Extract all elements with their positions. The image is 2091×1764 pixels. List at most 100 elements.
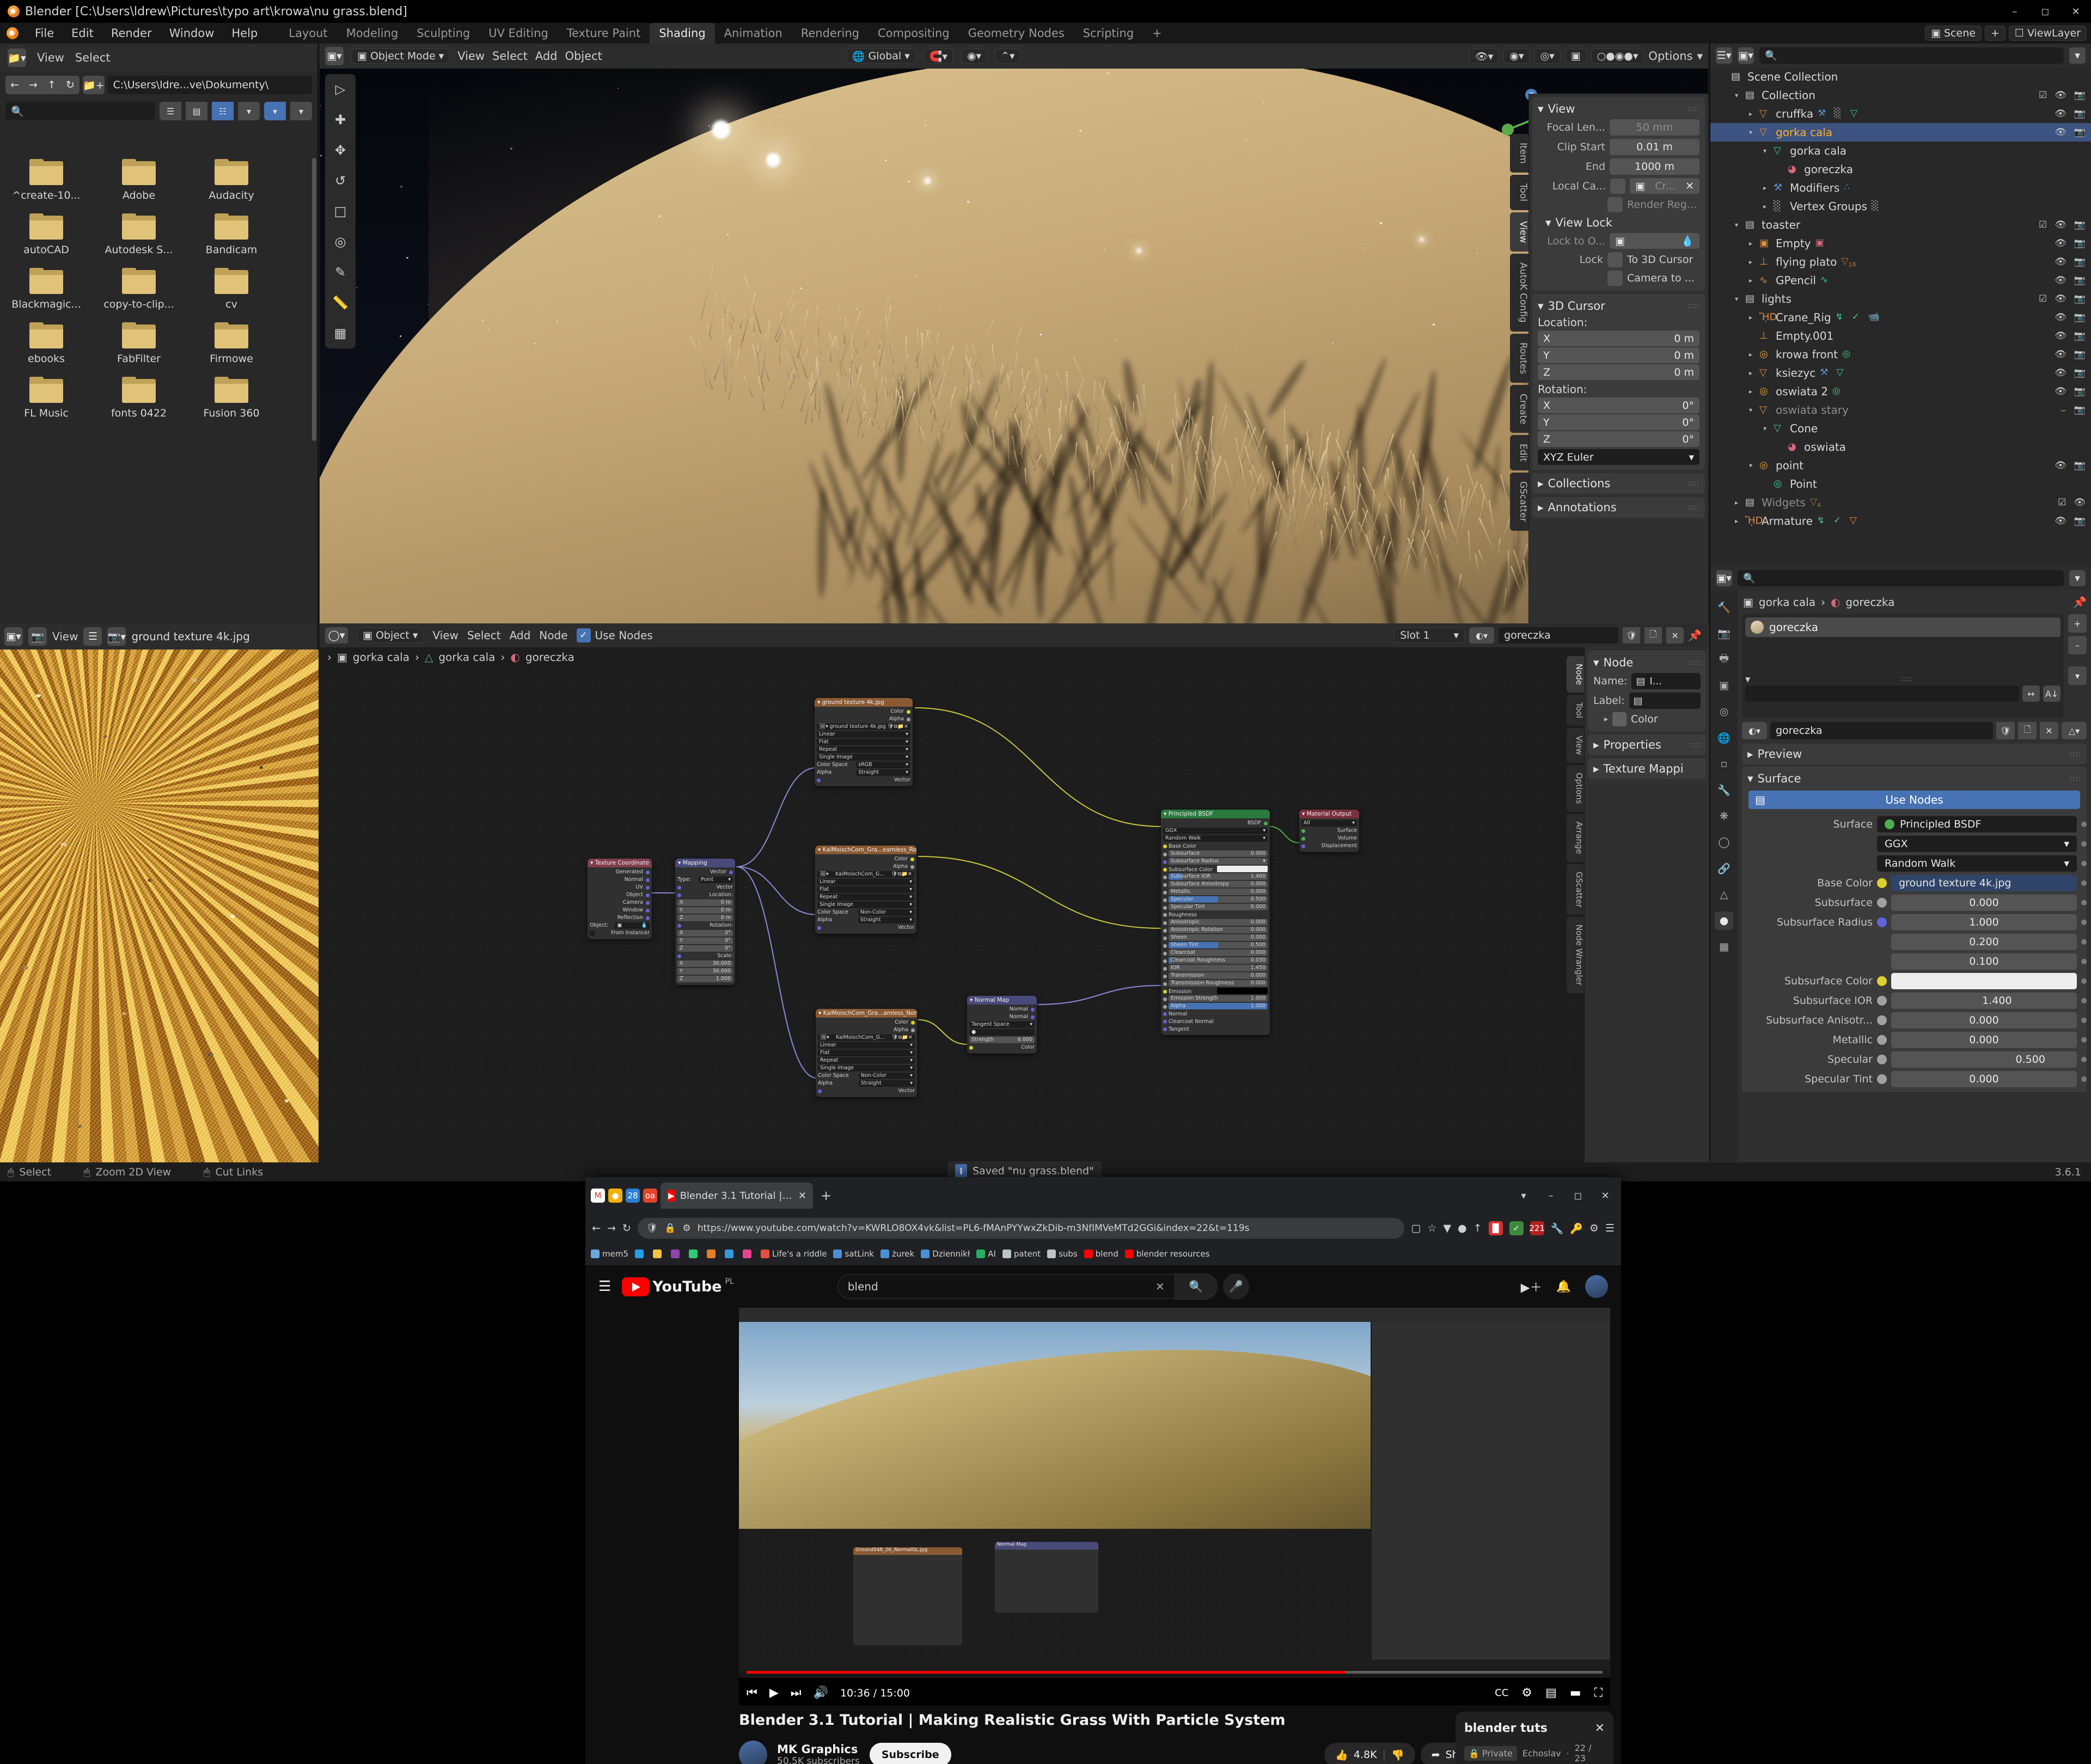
hide-viewport-icon[interactable]: ⌣ <box>2061 405 2066 415</box>
account-key-icon[interactable]: 🔑 <box>1570 1222 1583 1235</box>
outliner-row-toggles[interactable]: ☑ 👁 📷 <box>2039 219 2086 230</box>
duplicate-material-icon[interactable]: 🗋 <box>1644 627 1662 644</box>
node-sidebar-tab-options[interactable]: Options <box>1567 764 1584 812</box>
folder-item[interactable]: autoCAD <box>5 213 87 256</box>
user-avatar[interactable] <box>1585 1275 1608 1298</box>
outliner-row-toggles[interactable]: ☑ 👁 📷 <box>2039 90 2086 101</box>
animate-property-dot[interactable] <box>2081 998 2087 1003</box>
property-row[interactable]: Subsurface IOR 1.400 <box>1742 991 2087 1010</box>
hide-viewport-icon[interactable]: 👁 <box>2055 516 2066 526</box>
local-camera-checkbox[interactable] <box>1610 178 1625 194</box>
outliner-expand-triangle[interactable]: ▾ <box>1746 406 1755 414</box>
maximize-button[interactable]: ◻ <box>1566 1184 1591 1208</box>
node-strength-slider[interactable]: Strength 6.000 <box>969 1037 1035 1043</box>
exclude-checkbox[interactable]: ☑ <box>2039 293 2047 304</box>
add-workspace-button[interactable]: + <box>1143 23 1171 44</box>
voice-search-icon[interactable]: 🎤 <box>1222 1273 1249 1300</box>
bookmark-item[interactable] <box>725 1250 736 1258</box>
outliner-row-toggles[interactable]: 👁 📷 <box>2055 238 2086 249</box>
refresh-button[interactable]: ↻ <box>61 76 80 94</box>
editor-type-icon[interactable]: ▣▾ <box>4 627 23 646</box>
node-object-row[interactable]: Object: ▣ 💧 <box>590 922 650 929</box>
outliner-expand-triangle[interactable]: ▾ <box>1732 91 1741 99</box>
node-vector-component[interactable]: Z 1.000 <box>677 976 733 982</box>
property-row[interactable]: Base Color ground texture 4k.jpg <box>1742 873 2087 893</box>
render-region-row[interactable]: Render Reg... <box>1532 195 1705 214</box>
tab-tool[interactable]: 🔨 <box>1715 598 1733 616</box>
tab-modifiers[interactable]: 🔧 <box>1715 781 1733 799</box>
node-collapse-icon[interactable]: ▾ <box>1164 811 1166 817</box>
lock-to-object-row[interactable]: Lock to O... ▣ 💧 <box>1532 231 1705 250</box>
outliner-root-row[interactable]: ▤ Scene Collection <box>1710 68 2091 86</box>
outliner-item-label[interactable]: gorka cala <box>1776 126 1832 139</box>
extension-green-icon[interactable]: ✓ <box>1509 1221 1524 1235</box>
clear-icon[interactable]: ✕ <box>1685 180 1694 192</box>
outliner-row[interactable]: ▸ ▣ Empty ▣ 👁 📷 <box>1710 234 2091 253</box>
hide-viewport-icon[interactable]: 👁 <box>2055 460 2066 471</box>
node-pair-value[interactable]: Straight ▾ <box>856 769 910 776</box>
cursor-loc-x-row[interactable]: X 0 m <box>1532 330 1705 347</box>
node-header[interactable]: ▾ KaiMoischCom_Gra...amless_Normal_1K.ti… <box>816 1009 917 1018</box>
annotations-panel-header[interactable]: ▸ Annotations :::: <box>1532 497 1705 518</box>
outliner-badge-pose-icon[interactable]: ↯ <box>1817 515 1829 527</box>
node-input-row[interactable]: Vector <box>817 777 910 783</box>
image-datablock-icon[interactable]: 📷▾ <box>107 627 126 646</box>
pin-icon[interactable]: 📌 <box>2073 596 2087 609</box>
disable-render-icon[interactable]: 📷 <box>2074 367 2086 378</box>
folder-item[interactable]: Adobe <box>98 159 180 201</box>
animate-property-dot[interactable] <box>2081 1057 2087 1062</box>
outliner-row[interactable]: ▾ ◎ point 👁 📷 <box>1710 456 2091 475</box>
animate-property-dot[interactable] <box>2081 939 2087 945</box>
gizmo-dropdown[interactable]: ◉▾ <box>1503 48 1530 64</box>
npanel-tab-gscatter[interactable]: GScatter <box>1510 473 1528 531</box>
bookmark-item[interactable] <box>671 1250 682 1258</box>
outliner-filter-button[interactable]: ▾ <box>2069 47 2086 64</box>
tracking-icon[interactable]: ⚙ <box>683 1223 691 1234</box>
material-slot-selector[interactable]: Slot 1 ▾ <box>1394 628 1465 643</box>
parent-dir-button[interactable]: ↑ <box>42 76 61 94</box>
guide-hamburger-icon[interactable]: ☰ <box>598 1278 611 1295</box>
close-button[interactable]: ✕ <box>2061 0 2091 23</box>
bookmark-item[interactable]: Dziennikł <box>921 1249 970 1259</box>
outliner-badge-lightdata-icon[interactable]: ◎ <box>1832 385 1844 397</box>
cursor-rot-x-row[interactable]: X 0° <box>1532 397 1705 414</box>
exclude-checkbox[interactable]: ☑ <box>2058 497 2066 508</box>
outliner-row[interactable]: ▸ ◎ oswiata 2 ◎ 👁 📷 <box>1710 382 2091 401</box>
focal-length-row[interactable]: Focal Len... 50 mm <box>1532 118 1705 137</box>
node-sidebar-tab-node-wrangler[interactable]: Node Wrangler <box>1567 917 1584 994</box>
next-icon[interactable]: ⏭ <box>791 1686 802 1700</box>
cursor-loc-z[interactable]: Z 0 m <box>1538 364 1699 380</box>
fake-user-icon[interactable]: 🛡 <box>1996 722 2015 739</box>
cursor-rot-y[interactable]: Y 0° <box>1538 414 1699 430</box>
clip-end-value[interactable]: 1000 m <box>1610 158 1699 175</box>
outliner-row[interactable]: ▸ ▽ ksiezyc ⚒ ▽ 👁 📷 <box>1710 364 2091 382</box>
editor-type-icon[interactable]: ▣▾ <box>325 47 344 65</box>
node-uv-field[interactable]: ● <box>969 1029 1035 1036</box>
outliner-row-toggles[interactable]: 👁 📷 <box>2055 367 2086 378</box>
node-socket-slider[interactable]: Clearcoat Roughness 0.030 <box>1169 957 1268 964</box>
cursor-rot-y-row[interactable]: Y 0° <box>1532 414 1705 431</box>
outliner-item-label[interactable]: goreczka <box>1804 163 1853 176</box>
outliner-row-toggles[interactable]: 👁 📷 <box>2055 312 2086 323</box>
node-socket-slider[interactable]: Transmission 0.000 <box>1169 972 1268 979</box>
node-socket-slider[interactable]: Specular 0.500 <box>1169 896 1268 903</box>
clear-search-icon[interactable]: ✕ <box>1155 1280 1165 1293</box>
outliner-expand-triangle[interactable]: ▸ <box>1746 277 1755 284</box>
outliner-row[interactable]: ▾ ▤ toaster ☑ 👁 📷 <box>1710 216 2091 234</box>
disable-render-icon[interactable]: 📷 <box>2074 330 2086 341</box>
node-vector-component[interactable]: Z 0° <box>677 945 733 952</box>
property-row[interactable]: Surface Principled BSDF <box>1742 814 2087 834</box>
volume-icon[interactable]: 🔊 <box>814 1686 828 1700</box>
menu-file[interactable]: File <box>26 23 63 44</box>
notifications-bell-icon[interactable]: 🔔 <box>1556 1280 1571 1294</box>
node-pair-row[interactable]: Alpha Straight ▾ <box>817 769 910 776</box>
disable-render-icon[interactable]: 📷 <box>2074 127 2086 138</box>
browser-window-controls[interactable]: ▾ – ◻ ✕ <box>1511 1177 1618 1214</box>
texture-mapping-panel-header[interactable]: ▸ Texture Mappi <box>1588 758 1706 779</box>
node-dropdown[interactable]: Repeat ▾ <box>818 1057 915 1064</box>
blender-menu-icon[interactable] <box>7 27 19 39</box>
node-color-row[interactable]: ▸ Color <box>1588 710 1706 728</box>
disable-render-icon[interactable]: 📷 <box>2074 90 2086 101</box>
outliner-row[interactable]: ▾ ▽ Cone <box>1710 419 2091 438</box>
node-sidebar-tab-strip[interactable]: Node Tool View Options Arrange GScatter Node W… <box>1567 656 1584 994</box>
